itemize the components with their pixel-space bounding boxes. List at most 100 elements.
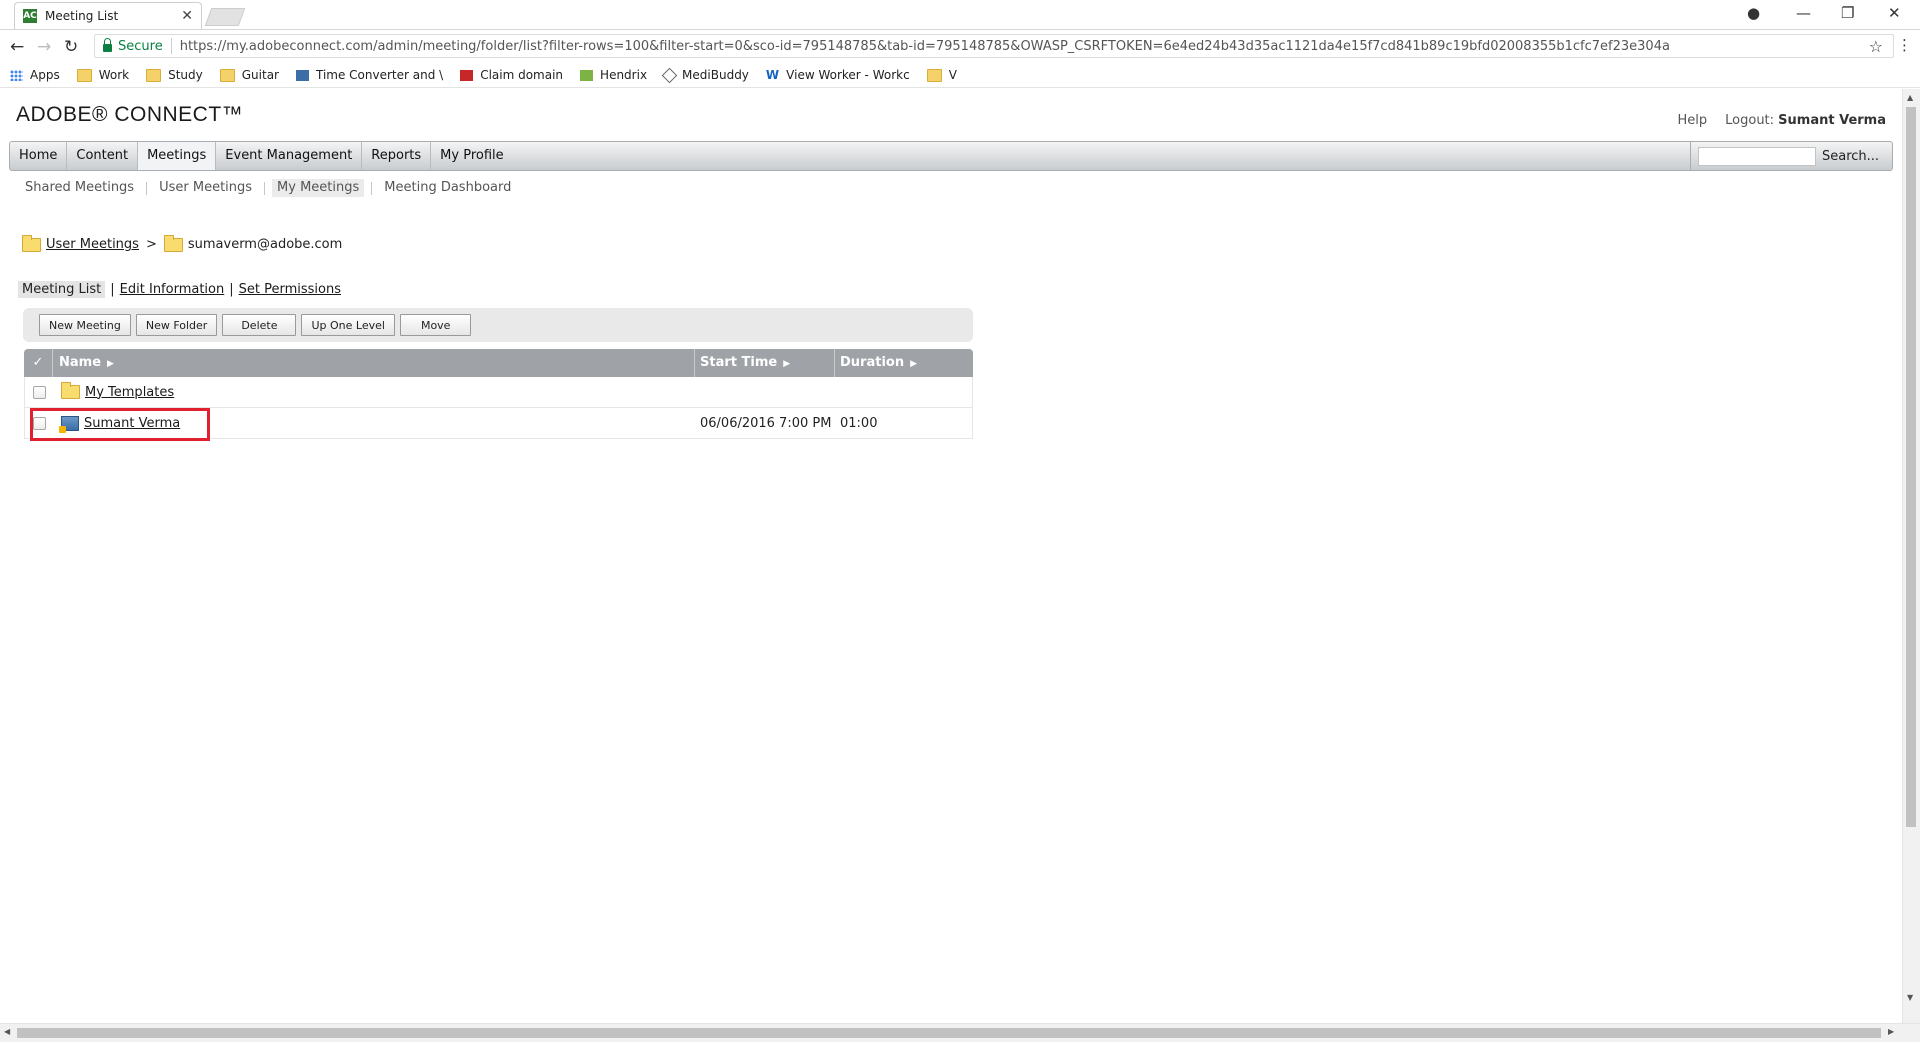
nav-meetings[interactable]: Meetings <box>138 142 217 170</box>
row-checkbox[interactable] <box>32 385 46 399</box>
duration-cell: 01:00 <box>840 415 878 431</box>
bookmark-guitar[interactable]: Guitar <box>219 68 279 82</box>
sort-arrow-icon: ▶ <box>783 359 791 369</box>
search-button[interactable]: Search... <box>1822 149 1892 164</box>
column-header-name[interactable]: Name ▶ <box>53 349 695 377</box>
bookmark-apps[interactable]: Apps <box>10 68 60 82</box>
horizontal-scrollbar[interactable]: ◀ ▶ <box>0 1023 1920 1042</box>
bookmark-view-worker[interactable]: W View Worker - Workc <box>766 68 910 82</box>
table-header: ✓ Name ▶ Start Time ▶ Duration ▶ <box>24 349 973 377</box>
select-all-checkbox[interactable]: ✓ <box>24 349 53 377</box>
hendrix-icon <box>580 69 594 81</box>
delete-button[interactable]: Delete <box>222 314 297 336</box>
top-links: Help Logout: Sumant Verma <box>1678 113 1887 128</box>
browser-menu-icon[interactable]: ⋮ <box>1897 36 1912 54</box>
bookmark-star-icon[interactable]: ☆ <box>1869 37 1883 56</box>
minimize-icon[interactable]: — <box>1796 4 1811 22</box>
time-converter-icon <box>295 69 309 81</box>
workday-icon: W <box>765 68 780 82</box>
tab-edit-information[interactable]: Edit Information <box>120 282 225 297</box>
breadcrumb-user-meetings[interactable]: User Meetings <box>46 237 139 252</box>
breadcrumb: User Meetings > sumaverm@adobe.com <box>22 234 343 252</box>
subnav-divider <box>146 181 148 195</box>
tab-close-icon[interactable]: ✕ <box>181 8 193 24</box>
bookmark-hendrix[interactable]: Hendrix <box>580 68 647 82</box>
restore-icon[interactable]: ❐ <box>1841 4 1854 22</box>
horizontal-scroll-thumb[interactable] <box>17 1028 1881 1038</box>
tab-title: Meeting List <box>45 9 119 23</box>
subnav-my-meetings[interactable]: My Meetings <box>272 179 365 197</box>
adobe-connect-logo: ADOBE® CONNECT™ <box>16 103 244 126</box>
breadcrumb-current: sumaverm@adobe.com <box>187 237 343 252</box>
scroll-right-icon[interactable]: ▶ <box>1888 1027 1894 1036</box>
adobe-connect-favicon-icon: AC <box>23 9 37 23</box>
bookmark-work[interactable]: Work <box>76 68 129 82</box>
forward-arrow-icon[interactable]: → <box>37 37 51 57</box>
up-one-level-button[interactable]: Up One Level <box>301 314 395 336</box>
secure-label: Secure <box>118 38 163 54</box>
nav-event-management[interactable]: Event Management <box>216 142 363 170</box>
new-folder-button[interactable]: New Folder <box>135 314 218 336</box>
new-tab-button[interactable] <box>204 8 246 26</box>
bookmark-claim-domain[interactable]: Claim domain <box>460 68 563 82</box>
nav-content[interactable]: Content <box>67 142 139 170</box>
search-input[interactable] <box>1698 146 1816 166</box>
bookmark-time-converter[interactable]: Time Converter and \ <box>295 68 443 82</box>
nav-search: Search... <box>1690 142 1892 170</box>
folder-icon <box>22 234 41 252</box>
bookmarks-bar: Apps Work Study Guitar Time Converter an… <box>0 63 1920 88</box>
subnav-user-meetings[interactable]: User Meetings <box>154 179 257 197</box>
adobe-icon <box>460 69 474 81</box>
address-bar[interactable]: Secure https://my.adobeconnect.com/admin… <box>94 34 1894 58</box>
sort-arrow-icon: ▶ <box>910 359 918 369</box>
subnav-shared-meetings[interactable]: Shared Meetings <box>20 179 139 197</box>
highlight-box <box>30 408 210 441</box>
scroll-up-icon[interactable]: ▲ <box>1907 93 1913 102</box>
folder-icon <box>163 234 183 252</box>
folder-icon <box>219 68 235 82</box>
user-name: Sumant Verma <box>1778 113 1886 128</box>
column-header-duration[interactable]: Duration ▶ <box>835 349 973 377</box>
reload-icon[interactable]: ↻ <box>64 37 78 57</box>
table-row: My Templates <box>24 377 973 408</box>
url-text[interactable]: https://my.adobeconnect.com/admin/meetin… <box>180 39 1869 54</box>
folder-icon <box>76 68 92 82</box>
help-link[interactable]: Help <box>1678 113 1708 128</box>
vertical-scrollbar[interactable]: ▲ ▼ <box>1902 89 1920 1024</box>
browser-tab-bar: AC Meeting List ✕ ● — ❐ ✕ <box>0 0 1920 30</box>
nav-reports[interactable]: Reports <box>362 142 432 170</box>
nav-my-profile[interactable]: My Profile <box>431 142 512 170</box>
view-tab-separator: | <box>229 282 234 297</box>
tab-meeting-list[interactable]: Meeting List <box>18 281 106 298</box>
scroll-down-icon[interactable]: ▼ <box>1907 993 1913 1002</box>
move-button[interactable]: Move <box>399 314 472 336</box>
folder-icon <box>61 382 80 399</box>
logout-link[interactable]: Logout: <box>1725 113 1774 128</box>
main-nav: Home Content Meetings Event Management R… <box>9 141 1893 171</box>
subnav-divider <box>371 181 373 195</box>
row-name-link[interactable]: My Templates <box>85 385 174 400</box>
back-arrow-icon[interactable]: ← <box>10 37 24 57</box>
vertical-scroll-thumb[interactable] <box>1906 107 1916 827</box>
view-tabs: Meeting List | Edit Information | Set Pe… <box>18 281 341 298</box>
nav-home[interactable]: Home <box>10 142 68 170</box>
action-toolbar: New Meeting New Folder Delete Up One Lev… <box>23 308 973 342</box>
omnibox-divider <box>170 38 172 54</box>
close-window-icon[interactable]: ✕ <box>1888 4 1901 22</box>
bookmark-medibuddy[interactable]: MediBuddy <box>661 67 749 83</box>
column-header-start-time[interactable]: Start Time ▶ <box>695 349 835 377</box>
row-checkbox-cell <box>25 385 53 399</box>
folder-icon <box>926 68 942 82</box>
browser-tab[interactable]: AC Meeting List ✕ <box>14 2 202 29</box>
new-meeting-button[interactable]: New Meeting <box>39 314 131 336</box>
profile-icon[interactable]: ● <box>1747 4 1760 22</box>
medibuddy-icon <box>661 67 678 83</box>
bookmark-v[interactable]: V <box>926 68 957 82</box>
page-content: ADOBE® CONNECT™ Help Logout: Sumant Verm… <box>0 89 1903 1024</box>
browser-toolbar: ← → ↻ Secure https://my.adobeconnect.com… <box>0 30 1920 63</box>
scroll-left-icon[interactable]: ◀ <box>4 1027 10 1036</box>
tab-set-permissions[interactable]: Set Permissions <box>239 282 341 297</box>
bookmark-study[interactable]: Study <box>146 68 203 82</box>
subnav-meeting-dashboard[interactable]: Meeting Dashboard <box>379 179 516 197</box>
subnav-divider <box>264 181 266 195</box>
